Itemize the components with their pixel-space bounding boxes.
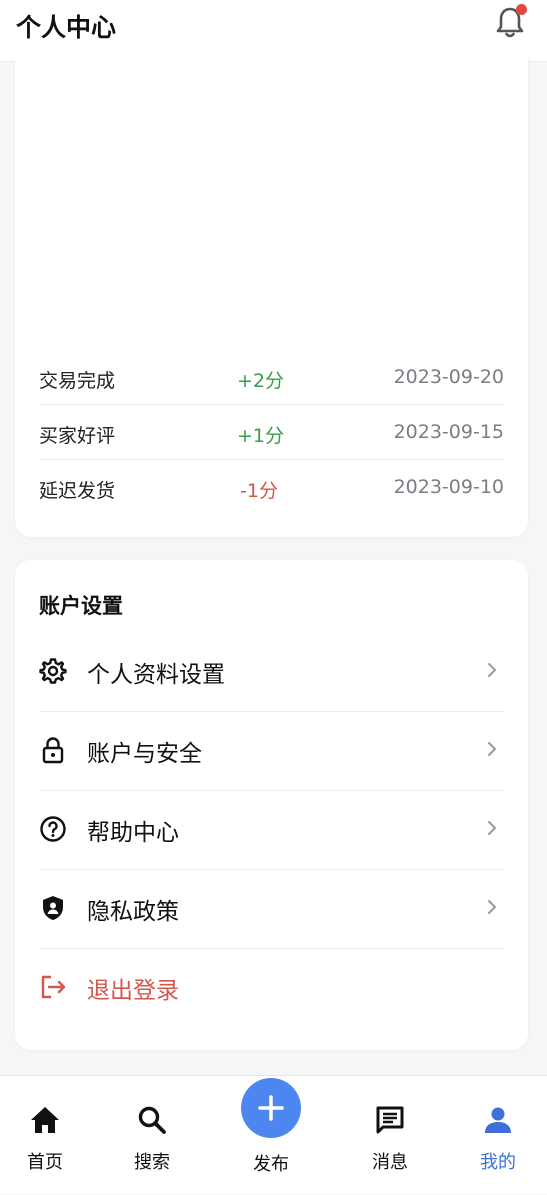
tab-label: 我的: [480, 1152, 516, 1173]
section-title: 账户设置: [39, 594, 123, 618]
home-icon: [31, 1107, 59, 1133]
tab-label: 消息: [372, 1152, 408, 1173]
menu-item-account-security[interactable]: 账户与安全: [39, 712, 504, 791]
notification-badge: [516, 4, 527, 15]
menu-label: 隐私政策: [87, 899, 179, 925]
tab-home[interactable]: 首页: [0, 1076, 90, 1195]
menu-item-logout[interactable]: 退出登录: [39, 949, 504, 1028]
logout-icon: [41, 975, 66, 999]
tab-label-publish: 发布: [253, 1154, 289, 1175]
account-settings-card: 账户设置 个人资料设置 账户与安全 帮助中心 隐私政策 退出登录: [15, 560, 528, 1050]
record-date: 2023-09-20: [393, 366, 504, 388]
tab-label: 首页: [27, 1152, 63, 1173]
menu-item-profile-settings[interactable]: 个人资料设置: [39, 633, 504, 712]
plus-icon: [258, 1095, 284, 1121]
chevron-right-icon: [488, 663, 496, 677]
record-label: 延迟发货: [39, 480, 116, 502]
list-item: 延迟发货 -1分 2023-09-10: [39, 460, 504, 515]
shield-icon: [43, 896, 63, 920]
tab-messages[interactable]: 消息: [345, 1076, 435, 1195]
record-date: 2023-09-10: [393, 476, 504, 498]
message-icon: [376, 1106, 404, 1134]
list-item: 买家好评 +1分 2023-09-15: [39, 405, 504, 460]
chevron-right-icon: [488, 821, 496, 835]
gear-icon: [39, 658, 67, 684]
lock-icon: [42, 737, 64, 764]
person-icon: [485, 1107, 511, 1133]
record-score: +2分: [237, 370, 285, 392]
search-icon: [138, 1106, 166, 1134]
notification-button[interactable]: [494, 4, 527, 40]
menu-label: 帮助中心: [87, 820, 179, 846]
tab-search[interactable]: 搜索: [107, 1076, 197, 1195]
record-label: 买家好评: [39, 425, 116, 447]
menu-label: 退出登录: [87, 978, 179, 1004]
record-label: 交易完成: [39, 370, 116, 392]
list-item: 交易完成 +2分 2023-09-20: [39, 350, 504, 405]
page-title: 个人中心: [16, 13, 117, 42]
bottom-tab-bar: 首页 搜索 发布 消息 我的: [0, 1075, 547, 1194]
record-score: -1分: [240, 480, 278, 502]
menu-item-privacy-policy[interactable]: 隐私政策: [39, 870, 504, 949]
publish-button[interactable]: [241, 1078, 301, 1138]
menu-label: 个人资料设置: [87, 662, 225, 688]
tab-label: 搜索: [134, 1152, 170, 1173]
menu-label: 账户与安全: [87, 741, 202, 767]
chevron-right-icon: [488, 900, 496, 914]
chevron-right-icon: [488, 742, 496, 756]
credit-records-card: 交易完成 +2分 2023-09-20 买家好评 +1分 2023-09-15 …: [15, 48, 528, 537]
record-date: 2023-09-15: [393, 421, 504, 443]
menu-item-help-center[interactable]: 帮助中心: [39, 791, 504, 870]
tab-mine[interactable]: 我的: [453, 1076, 543, 1195]
record-score: +1分: [237, 425, 285, 447]
help-circle-icon: [40, 816, 66, 842]
